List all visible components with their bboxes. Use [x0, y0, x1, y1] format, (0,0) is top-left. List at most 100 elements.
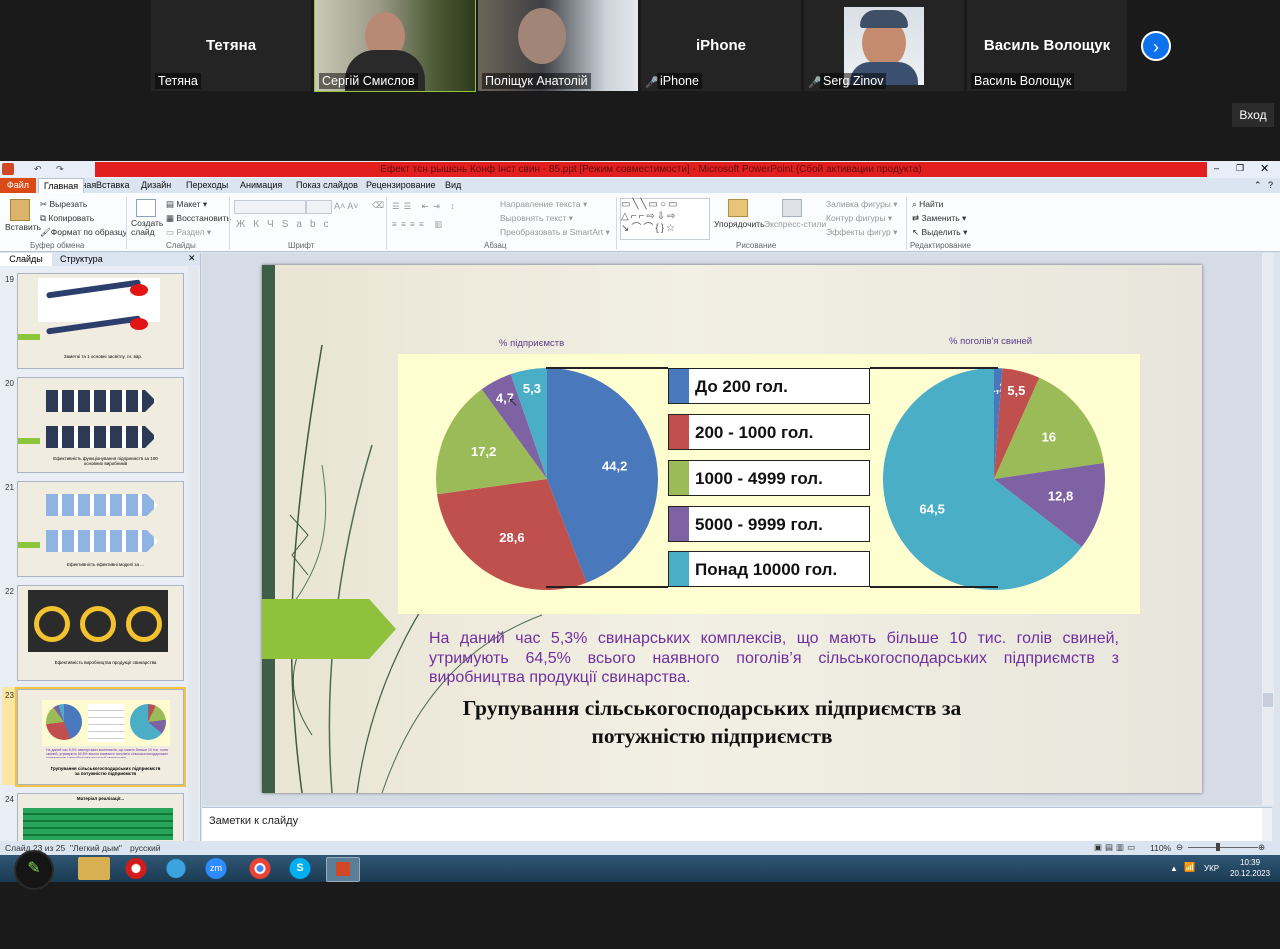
slide-thumbnail-20[interactable]: Ефективність функціонування підприємств …: [17, 377, 184, 473]
start-button[interactable]: ✎: [14, 850, 54, 890]
tab-insert[interactable]: Вставка: [96, 180, 129, 190]
editing-group-label: Редактирование: [910, 241, 971, 250]
zoom-out-icon[interactable]: ⊖: [1176, 842, 1183, 853]
clock-time[interactable]: 10:39: [1240, 858, 1260, 867]
notes-placeholder: Заметки к слайду: [209, 815, 299, 827]
pie-data-label: 64,5: [920, 501, 945, 516]
ribbon: Вставить ✂ Вырезать ⧉ Копировать 🖌Формат…: [0, 193, 1280, 252]
tab-view[interactable]: Вид: [445, 180, 461, 190]
reset-button[interactable]: ▦ Восстановить: [166, 213, 231, 224]
format-painter-button[interactable]: 🖌Формат по образцу: [40, 227, 127, 238]
powerpoint-taskbar-icon[interactable]: [326, 857, 360, 882]
font-size-field[interactable]: [306, 200, 332, 214]
participant-tile-5[interactable]: 🎤 Serg Zinov: [804, 0, 964, 91]
shape-effects-button[interactable]: Эффекты фигур ▾: [826, 227, 897, 238]
zoom-slider[interactable]: [1188, 847, 1258, 848]
legend-item-1: До 200 гол.: [668, 368, 870, 404]
text-direction-button[interactable]: Направление текста ▾: [500, 199, 587, 210]
network-icon[interactable]: 📶: [1184, 862, 1195, 873]
zoom-in-icon[interactable]: ⊕: [1258, 842, 1265, 853]
notes-pane[interactable]: Заметки к слайду: [202, 807, 1272, 842]
find-button[interactable]: ⌕ Найти: [912, 199, 943, 210]
zoom-app-icon[interactable]: zm: [200, 857, 232, 880]
panel-scrollbar[interactable]: [188, 267, 198, 841]
tab-outline[interactable]: Структура: [60, 254, 103, 264]
clear-format-icon[interactable]: ⌫: [372, 200, 384, 211]
tab-animation[interactable]: Анимация: [240, 180, 282, 190]
legend-label: До 200 гол.: [695, 377, 788, 396]
shape-outline-button[interactable]: Контур фигуры ▾: [826, 213, 892, 224]
section-button[interactable]: ▭ Раздел ▾: [166, 227, 211, 238]
arrange-button[interactable]: Упорядочить: [714, 219, 765, 229]
zoom-slider-thumb[interactable]: [1216, 843, 1220, 851]
shape-fill-button[interactable]: Заливка фигуры ▾: [826, 199, 898, 210]
legend-line: [546, 367, 668, 369]
restore-icon[interactable]: ❐: [1236, 163, 1244, 174]
replace-button[interactable]: ⇄ Заменить ▾: [912, 213, 966, 224]
copy-button[interactable]: ⧉ Копировать: [40, 213, 94, 224]
slide-thumbnail-21[interactable]: Ефективність ефективні моделі за ...: [17, 481, 184, 577]
chevron-right-icon[interactable]: ›: [1141, 31, 1171, 61]
tab-home-active[interactable]: Главная: [38, 178, 84, 193]
slide-thumbnail-22[interactable]: Ефективність виробництва продукції свина…: [17, 585, 184, 681]
help-icon[interactable]: ?: [1268, 180, 1273, 190]
font-style-icons[interactable]: ЖКЧSabc: [236, 219, 337, 230]
notes-scrollbar[interactable]: [1262, 808, 1272, 842]
select-button[interactable]: ↖ Выделить ▾: [912, 227, 967, 238]
tab-review[interactable]: Рецензирование: [366, 180, 436, 190]
new-slide-icon[interactable]: [136, 199, 156, 217]
undo-icon[interactable]: ↶: [34, 164, 42, 175]
legend-swatch: [669, 507, 689, 541]
tab-design[interactable]: Дизайн: [141, 180, 171, 190]
clock-date[interactable]: 20.12.2023: [1230, 869, 1270, 878]
participant-tile-6[interactable]: Василь Волощук Василь Волощук: [967, 0, 1127, 91]
ribbon-collapse-icon[interactable]: ⌃: [1254, 180, 1262, 191]
grow-font-icon[interactable]: A˄ A˅: [334, 201, 359, 211]
close-icon[interactable]: ✕: [1260, 162, 1269, 175]
file-explorer-icon[interactable]: [78, 857, 110, 880]
paste-icon[interactable]: [10, 199, 30, 221]
participant-label: iPhone: [657, 73, 702, 89]
cut-button[interactable]: ✂ Вырезать: [40, 199, 87, 210]
quick-styles-button[interactable]: Экспресс-стили: [764, 219, 826, 229]
list-icons[interactable]: ☰☰ ⇤⇥ ↕: [392, 201, 458, 212]
align-icons[interactable]: ≡≡≡≡ ▥: [392, 219, 446, 230]
participant-tile-2[interactable]: Сергій Смислов: [314, 0, 476, 92]
opera-icon[interactable]: [120, 857, 152, 880]
participant-tile-4[interactable]: iPhone 🎤 iPhone: [641, 0, 801, 91]
minimize-icon[interactable]: ‒: [1214, 163, 1219, 173]
title-bar: ↶ ↷ Ефект тєн рышєнь Конф Інст свин - 85…: [0, 161, 1280, 178]
exit-button[interactable]: Вход: [1232, 103, 1274, 127]
tray-arrow-icon[interactable]: ▲: [1170, 864, 1178, 873]
font-name-field[interactable]: [234, 200, 306, 214]
zoom-level[interactable]: 110%: [1150, 843, 1171, 853]
legend-line: [870, 367, 998, 369]
skype-icon[interactable]: S: [284, 857, 316, 880]
slide-thumbnail-23[interactable]: На даний час 5,3% свинарських комплексів…: [15, 687, 186, 787]
tab-slides[interactable]: Слайды: [0, 253, 52, 266]
participant-tile-1[interactable]: Тетяна Тетяна: [151, 0, 311, 91]
telegram-icon[interactable]: [160, 857, 192, 880]
chrome-icon[interactable]: [244, 857, 276, 880]
keyboard-language[interactable]: УКР: [1204, 864, 1219, 873]
layout-button[interactable]: ▤ Макет ▾: [166, 199, 207, 210]
close-panel-icon[interactable]: ✕: [188, 253, 196, 264]
tab-file[interactable]: Файл: [0, 178, 36, 193]
participant-tile-3[interactable]: Поліщук Анатолій: [478, 0, 638, 91]
canvas-scrollbar[interactable]: [1262, 253, 1274, 805]
quick-styles-icon[interactable]: [782, 199, 802, 217]
current-slide[interactable]: % підприємств % поголів'я свиней 44,2 28,…: [262, 265, 1202, 793]
slide-thumbnail-24[interactable]: Матеріал реалізації...: [17, 793, 184, 843]
arrange-icon[interactable]: [728, 199, 748, 217]
slide-thumbnail-19[interactable]: Заметні та 1 основні засвітлу, гн. вар.: [17, 273, 184, 369]
tab-transitions[interactable]: Переходы: [186, 180, 228, 190]
shapes-gallery[interactable]: ▭╲╲▭○▭ △⌐⌐⇨⇩⇨ ↘⌒⌒{}☆: [620, 198, 710, 240]
tab-slideshow[interactable]: Показ слайдов: [296, 180, 358, 190]
smartart-button[interactable]: Преобразовать в SmartArt ▾: [500, 227, 610, 238]
redo-icon[interactable]: ↷: [56, 164, 64, 175]
new-slide-button[interactable]: Создать слайд: [131, 219, 163, 237]
thumb-body-text: На даний час 5,3% свинарських комплексів…: [46, 748, 168, 758]
align-text-button[interactable]: Выровнять текст ▾: [500, 213, 573, 224]
view-buttons[interactable]: ▣▤▥▭: [1094, 842, 1138, 853]
paste-button[interactable]: Вставить: [5, 222, 41, 232]
